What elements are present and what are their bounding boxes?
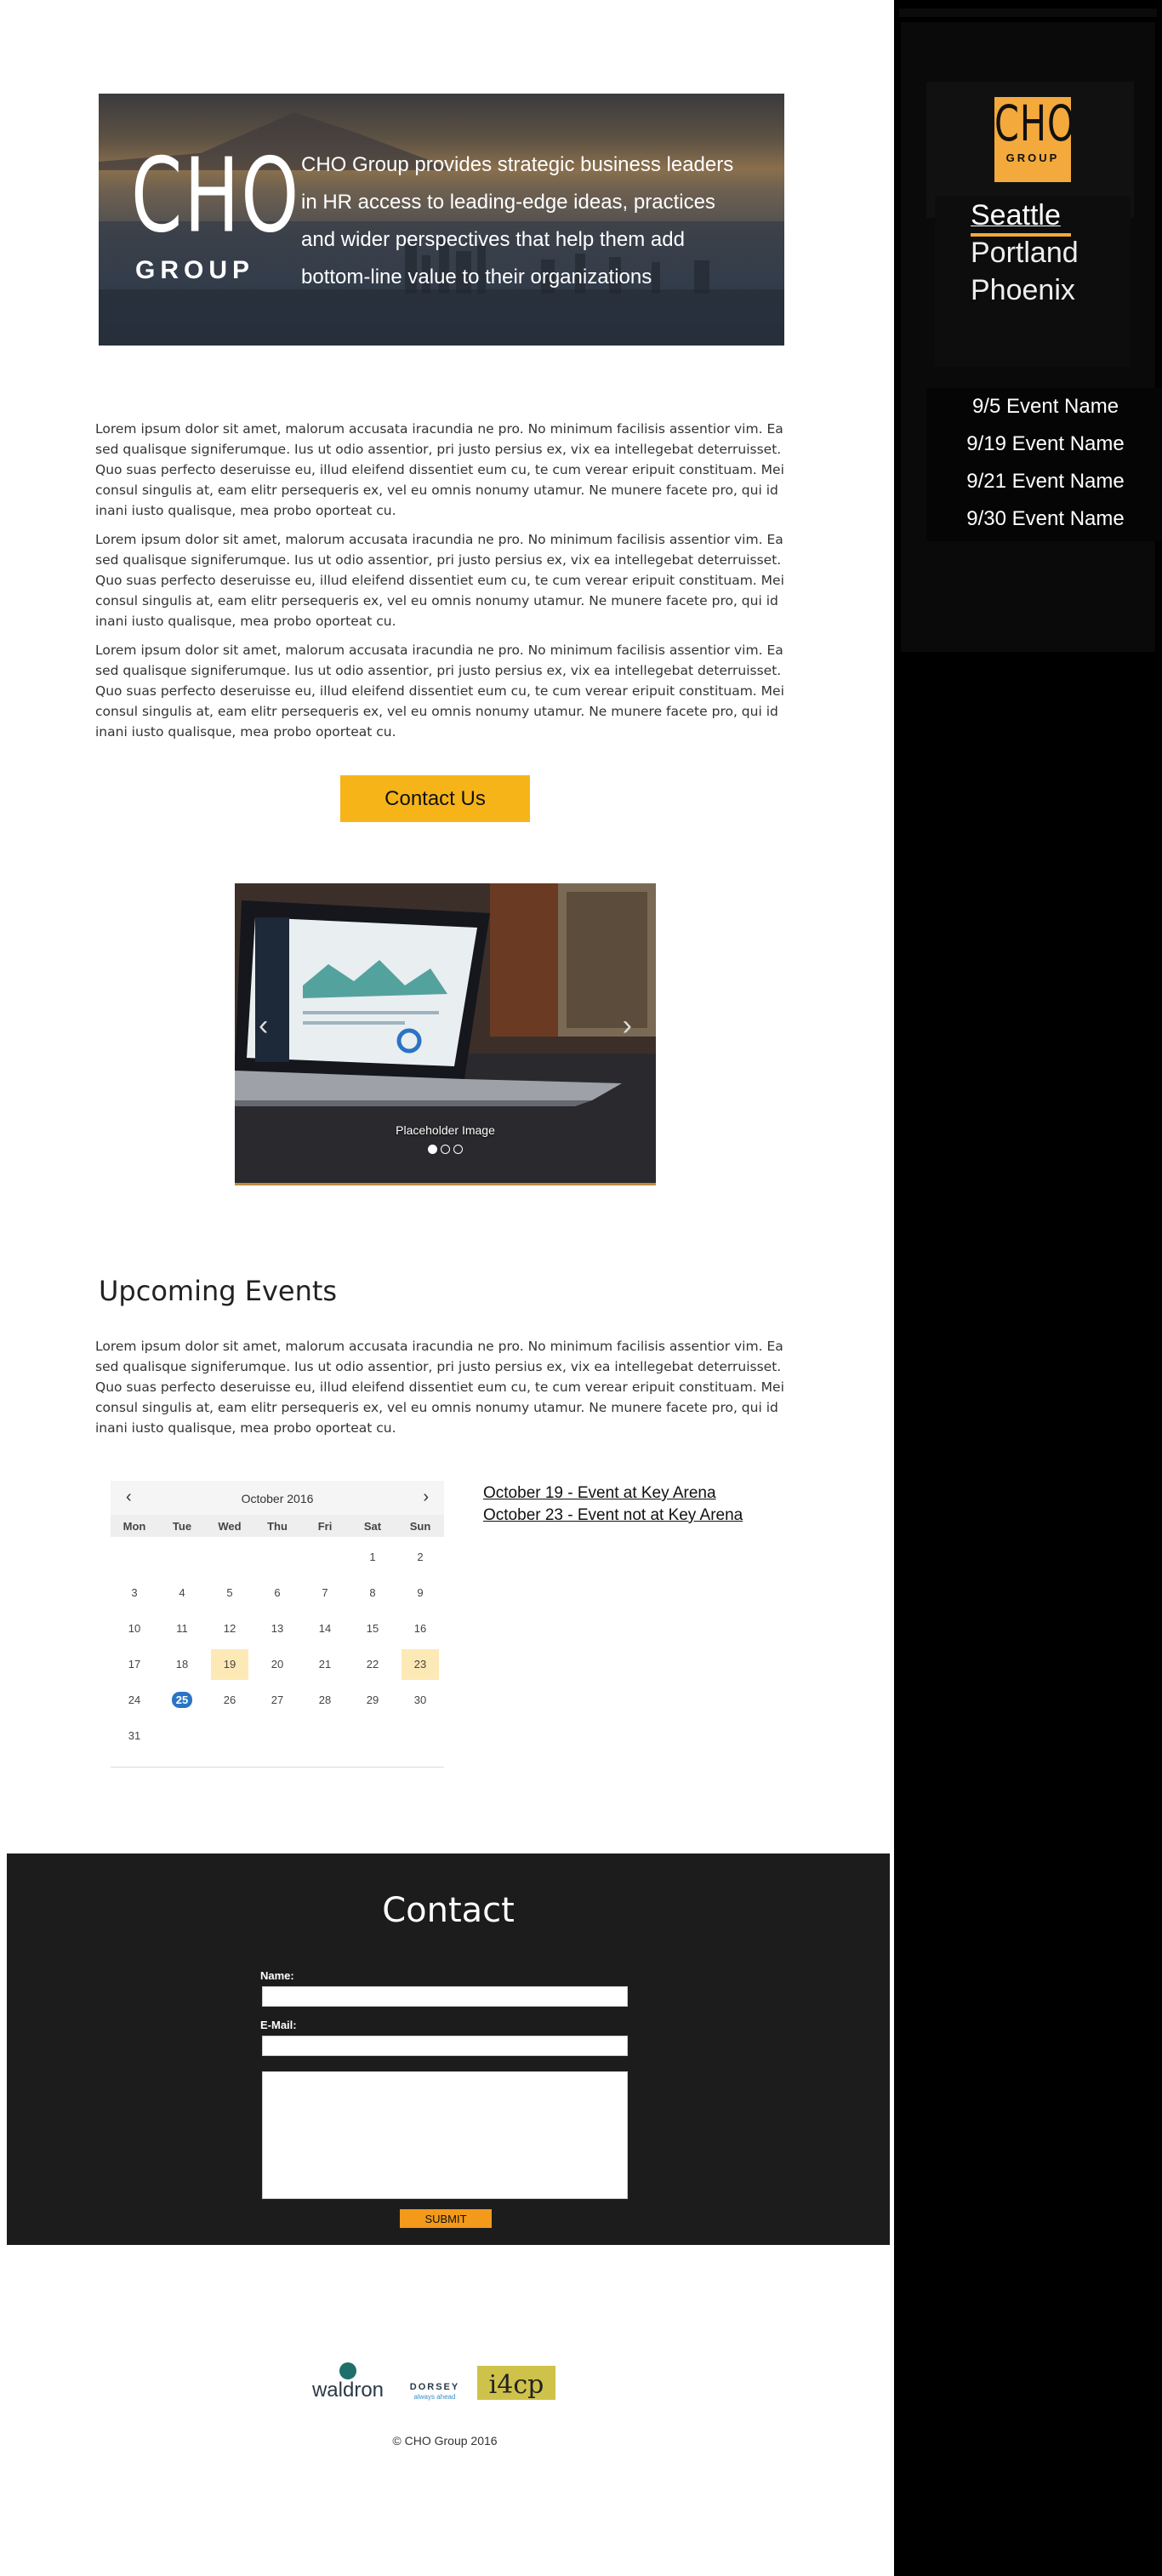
weekday-thu: Thu: [267, 1520, 288, 1533]
carousel-dot-2[interactable]: [441, 1145, 450, 1154]
calendar-day[interactable]: 24: [116, 1685, 153, 1716]
contact-heading: Contact: [382, 1891, 515, 1930]
calendar-day[interactable]: 19: [211, 1649, 248, 1680]
event-calendar: ‹ October 2016 › Mon Tue Wed Thu Fri Sat Sun 1…: [111, 1481, 444, 1768]
weekday-wed: Wed: [218, 1520, 242, 1533]
name-label: Name:: [260, 1969, 294, 1982]
carousel-next-icon[interactable]: ›: [623, 1009, 632, 1042]
sidebar-top-strip: [899, 9, 1157, 17]
waldron-logo: waldron: [311, 2379, 384, 2402]
sidebar: CHO GROUP Seattle Portland Phoenix 9/5 E…: [894, 0, 1162, 2576]
waldron-logo-mark: [339, 2362, 356, 2379]
sidebar-logo[interactable]: CHO GROUP: [994, 94, 1075, 182]
calendar-day[interactable]: 28: [306, 1685, 344, 1716]
carousel-slide-image: [235, 883, 656, 1183]
calendar-day[interactable]: 15: [354, 1614, 391, 1644]
partner-logos-image: waldron DORSEY always ahead i4cp: [311, 2362, 555, 2402]
hero-logo-group: GROUP: [134, 256, 254, 284]
carousel-dot-1[interactable]: [428, 1145, 437, 1154]
calendar-day[interactable]: 20: [259, 1649, 296, 1680]
calendar-day[interactable]: 7: [306, 1578, 344, 1608]
weekday-tue: Tue: [172, 1520, 192, 1533]
weekday-sat: Sat: [363, 1520, 382, 1533]
calendar-day[interactable]: 3: [116, 1578, 153, 1608]
sidebar-logo-cho: CHO: [994, 94, 1076, 152]
message-field[interactable]: [262, 2071, 628, 2199]
hero-logo-cho: CHO: [131, 136, 301, 255]
carousel-dot-3[interactable]: [453, 1145, 463, 1154]
intro-paragraph-2: Lorem ipsum dolor sit amet, malorum accu…: [95, 532, 784, 629]
calendar-day[interactable]: 12: [211, 1614, 248, 1644]
carousel-caption: Placeholder Image: [396, 1123, 495, 1137]
i4cp-logo: i4cp: [489, 2370, 544, 2400]
calendar-day[interactable]: 10: [116, 1614, 153, 1644]
carousel-indicators: [235, 1143, 656, 1158]
intro-paragraph-3: Lorem ipsum dolor sit amet, malorum accu…: [95, 643, 784, 740]
calendar-day[interactable]: 1: [354, 1542, 391, 1573]
calendar-day[interactable]: 18: [163, 1649, 201, 1680]
carousel-prev-icon[interactable]: ‹: [259, 1009, 268, 1042]
weekday-sun: Sun: [409, 1520, 431, 1533]
name-field[interactable]: [262, 1986, 628, 2007]
sidebar-event-4[interactable]: 9/30 Event Name: [926, 500, 1162, 538]
hero-logo: CHO GROUP: [131, 137, 299, 285]
contact-section: Contact Name: E-Mail: SUBMIT: [7, 1853, 890, 2245]
hero-banner: CHO GROUP CHO Group provides strategic b…: [99, 94, 784, 346]
partner-logos: waldron DORSEY always ahead i4cp: [0, 2357, 890, 2413]
calendar-day[interactable]: 9: [402, 1578, 439, 1608]
calendar-day[interactable]: 25: [163, 1685, 201, 1716]
calendar-next-icon[interactable]: ›: [423, 1488, 429, 1507]
calendar-day[interactable]: 26: [211, 1685, 248, 1716]
calendar-month-label: October 2016: [241, 1492, 314, 1505]
calendar-day[interactable]: 31: [116, 1721, 153, 1751]
contact-us-button[interactable]: Contact Us: [340, 775, 530, 822]
email-label: E-Mail:: [260, 2019, 297, 2031]
sidebar-events: 9/5 Event Name 9/19 Event Name 9/21 Even…: [926, 388, 1162, 541]
event-link-1[interactable]: October 19 - Event at Key Arena: [483, 1482, 743, 1505]
calendar-day[interactable]: 30: [402, 1685, 439, 1716]
sidebar-event-1[interactable]: 9/5 Event Name: [926, 388, 1162, 426]
intro-paragraph-1: Lorem ipsum dolor sit amet, malorum accu…: [95, 421, 784, 518]
city-phoenix[interactable]: Phoenix: [935, 271, 1131, 309]
calendar-day[interactable]: 21: [306, 1649, 344, 1680]
calendar-day[interactable]: 17: [116, 1649, 153, 1680]
upcoming-events-heading: Upcoming Events: [99, 1275, 338, 1307]
active-city-underline: [971, 233, 1071, 237]
weekday-fri: Fri: [317, 1520, 333, 1533]
weekday-mon: Mon: [122, 1520, 146, 1533]
city-seattle[interactable]: Seattle: [935, 197, 1131, 237]
calendar-day[interactable]: 22: [354, 1649, 391, 1680]
hero-tagline: CHO Group provides strategic business le…: [301, 153, 734, 288]
calendar-day[interactable]: 14: [306, 1614, 344, 1644]
calendar-day[interactable]: 6: [259, 1578, 296, 1608]
calendar-day[interactable]: 13: [259, 1614, 296, 1644]
calendar-day[interactable]: 23: [402, 1649, 439, 1680]
sidebar-event-3[interactable]: 9/21 Event Name: [926, 463, 1162, 500]
calendar-day[interactable]: 29: [354, 1685, 391, 1716]
dorsey-logo: DORSEY: [410, 2382, 459, 2392]
calendar-weekday-row: Mon Tue Wed Thu Fri Sat Sun: [111, 1515, 444, 1537]
city-seattle-label: Seattle: [971, 199, 1061, 231]
upcoming-events-body: Lorem ipsum dolor sit amet, malorum accu…: [95, 1339, 784, 1436]
sidebar-event-2[interactable]: 9/19 Event Name: [926, 426, 1162, 463]
event-links: October 19 - Event at Key Arena October …: [483, 1482, 743, 1527]
calendar-day[interactable]: 8: [354, 1578, 391, 1608]
copyright: © CHO Group 2016: [392, 2434, 498, 2447]
calendar-day[interactable]: 4: [163, 1578, 201, 1608]
calendar-day[interactable]: 16: [402, 1614, 439, 1644]
city-portland[interactable]: Portland: [935, 234, 1131, 271]
event-link-2[interactable]: October 23 - Event not at Key Arena: [483, 1505, 743, 1527]
calendar-day[interactable]: 5: [211, 1578, 248, 1608]
submit-button[interactable]: SUBMIT: [400, 2209, 492, 2228]
email-field[interactable]: [262, 2036, 628, 2056]
image-carousel: ‹ › Placeholder Image: [235, 883, 656, 1185]
city-menu: Seattle Portland Phoenix: [935, 197, 1131, 367]
calendar-day[interactable]: 2: [402, 1542, 439, 1573]
calendar-header: ‹ October 2016 ›: [111, 1481, 444, 1515]
calendar-day[interactable]: 11: [163, 1614, 201, 1644]
sidebar-panel: CHO GROUP Seattle Portland Phoenix 9/5 E…: [901, 22, 1162, 652]
dorsey-tagline: always ahead: [414, 2393, 456, 2401]
calendar-day[interactable]: 27: [259, 1685, 296, 1716]
